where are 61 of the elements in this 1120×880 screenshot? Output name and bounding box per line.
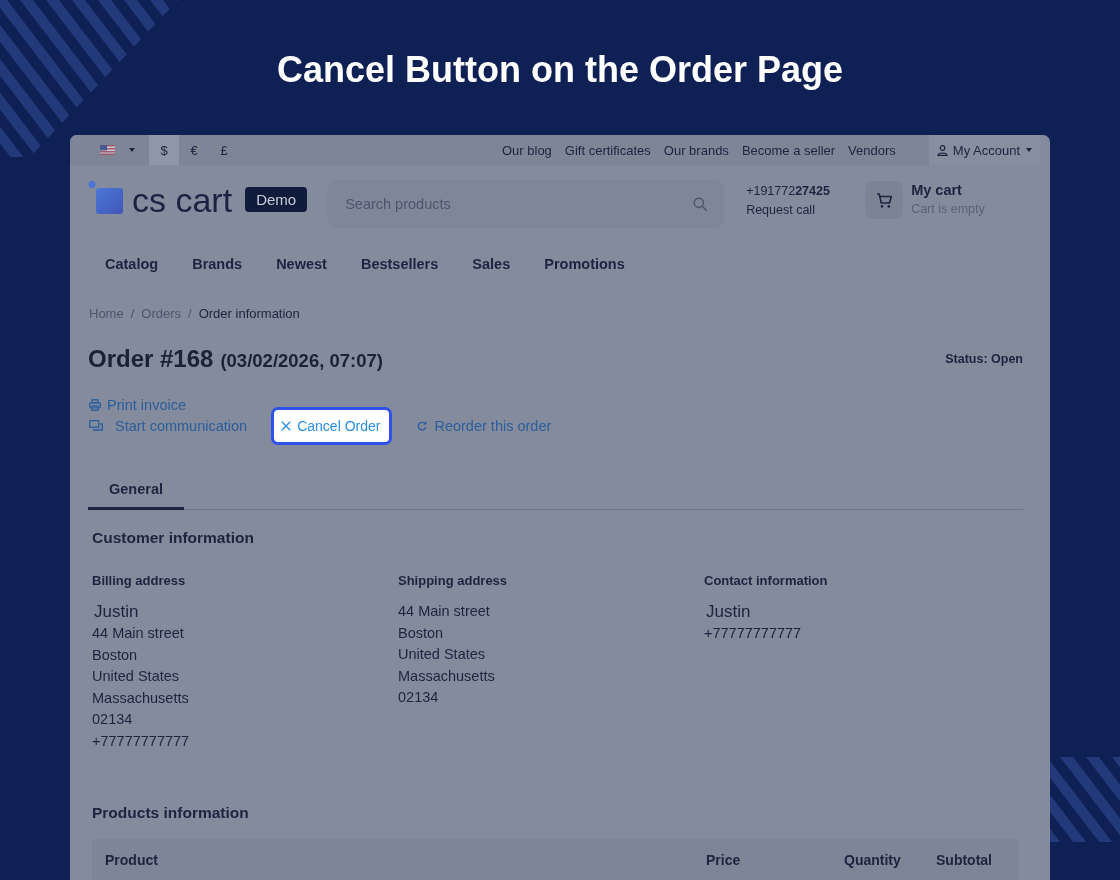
cancel-order-button[interactable]: Cancel Order — [271, 406, 393, 445]
column-header: Quantity — [843, 852, 901, 868]
flag-icon[interactable] — [100, 145, 115, 155]
refresh-icon — [417, 420, 428, 431]
info-line: Massachusetts — [92, 688, 189, 708]
top-link[interactable]: Our brands — [663, 142, 729, 158]
currency-option[interactable]: $ — [149, 135, 179, 165]
info-line: 44 Main street — [92, 624, 184, 643]
section-title: Customer information — [92, 528, 254, 548]
page-title: Cancel Button on the Order Page — [276, 48, 844, 92]
info-line: Boston — [92, 645, 138, 665]
phone-number: +19177227425 — [746, 183, 831, 200]
column-header: Product — [104, 852, 158, 868]
logo-text[interactable]: cs cart — [132, 183, 233, 217]
order-status: Status: Open — [945, 352, 1023, 366]
demo-badge: Demo — [245, 187, 308, 212]
column-heading: Billing address — [92, 573, 186, 589]
request-call-link[interactable]: Request call — [746, 201, 867, 220]
column-header: Subtotal — [935, 852, 992, 868]
cart-icon[interactable] — [865, 181, 904, 219]
caret-icon — [1026, 148, 1032, 152]
account-menu[interactable]: My Account — [928, 135, 1040, 165]
info-line: 44 Main street — [398, 602, 490, 621]
nav-item[interactable]: Brands — [192, 256, 243, 272]
nav-item[interactable]: Sales — [472, 256, 511, 272]
info-line: +77777777777 — [704, 624, 802, 643]
order-title: Order #168 — [88, 345, 214, 373]
breadcrumb-current: Order information — [198, 305, 300, 321]
breadcrumb-separator: / — [130, 305, 135, 321]
info-line: United States — [92, 667, 180, 686]
top-link[interactable]: Gift certificates — [564, 142, 651, 158]
order-date: (03/02/2026, 07:07) — [220, 350, 383, 372]
caret-icon[interactable] — [129, 148, 135, 152]
cart-title[interactable]: My cart — [911, 181, 985, 200]
close-icon — [281, 420, 292, 431]
column-heading: Shipping address — [398, 573, 508, 589]
tab[interactable]: General — [88, 470, 184, 510]
nav-item[interactable]: Promotions — [544, 256, 625, 272]
info-line: Massachusetts — [398, 666, 495, 686]
column-header: Price — [705, 852, 741, 868]
info-line: 02134 — [92, 710, 133, 729]
chat-icon — [89, 419, 103, 432]
info-line: 02134 — [398, 688, 439, 707]
top-link[interactable]: Become a seller — [741, 142, 836, 158]
currency-option[interactable]: € — [179, 135, 209, 165]
info-line: United States — [398, 645, 486, 664]
printer-icon — [89, 398, 101, 411]
breadcrumb-separator: / — [188, 305, 192, 321]
nav-item[interactable]: Newest — [276, 256, 327, 272]
customer-name: Justin — [705, 601, 751, 623]
info-line: +77777777777 — [92, 731, 190, 751]
nav-item[interactable]: Catalog — [105, 256, 159, 272]
nav-item[interactable]: Bestsellers — [360, 256, 439, 272]
top-link[interactable]: Vendors — [848, 142, 896, 158]
user-icon — [936, 144, 948, 156]
info-line: Boston — [398, 623, 444, 643]
currency-option[interactable]: £ — [209, 135, 239, 165]
section-title: Products information — [92, 803, 249, 823]
column-heading: Contact information — [704, 573, 828, 589]
customer-name: Justin — [93, 601, 139, 623]
top-link[interactable]: Our blog — [502, 142, 552, 158]
